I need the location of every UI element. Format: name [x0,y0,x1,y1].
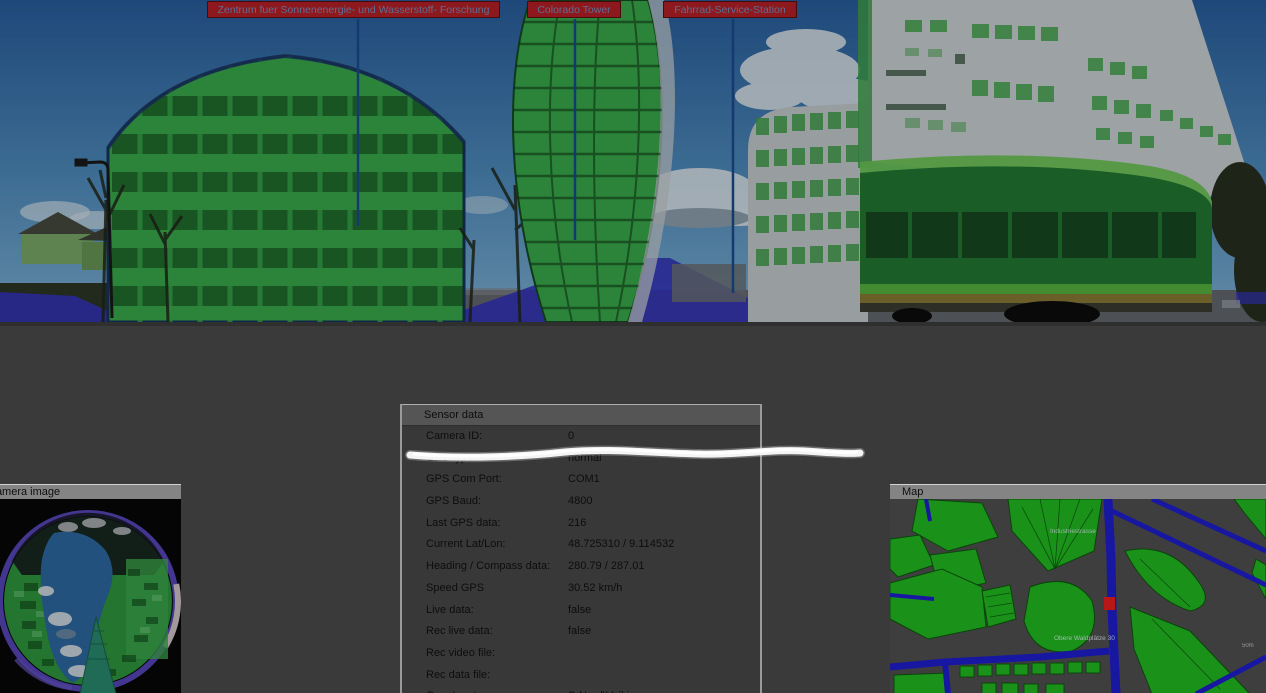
map-view[interactable]: IndustriestrasseObere Waldplätze 3050m [890,499,1266,693]
sensor-row: Rec video file: [402,643,760,665]
sensor-row-label: Rec video file: [426,643,495,665]
sensor-row-label: Current Lat/Lon: [426,534,506,556]
sensor-row-value: 4800 [568,491,592,513]
sensor-row: Heading / Compass data: 280.79 / 287.01 [402,556,760,578]
poi-label: Fahrrad-Service-Station [663,1,797,18]
building-mid-white [748,103,868,322]
camera-image-view [0,499,181,693]
sensor-row-label: GPS Com Port: [426,469,502,491]
camera-image-panel: Camera image [0,484,181,693]
panorama-bottom-edge [0,322,1266,326]
sensor-row: Rec live data: false [402,621,760,643]
sensor-row-label: Heading / Compass data: [426,556,550,578]
bus [860,155,1212,322]
sensor-row-value: false [568,600,591,622]
fisheye-camera-image [0,499,181,693]
sensor-row: GPS Baud: 4800 [402,491,760,513]
sensor-row-value: 216 [568,513,586,535]
sensor-row: GPS Com Port: COM1 [402,469,760,491]
sensor-row: Last GPS data: 216 [402,513,760,535]
sensor-row-value: normal [568,448,602,470]
sensor-row: Camera ID: 0 [402,426,760,448]
sensor-row-label: Live data: [426,600,474,622]
map-panel-header[interactable]: Map [890,484,1266,499]
sensor-data-panel: Sensor data Camera ID: 0 GPS type: norma… [400,404,762,693]
poi-label: Zentrum fuer Sonnenenergie- und Wasserst… [207,1,500,18]
sensor-row: Osm Input: S-Nord\Vaihingen.osm [402,686,760,693]
sensor-row-value: 280.79 / 287.01 [568,556,644,578]
sensor-row-value: false [568,621,591,643]
ar-panorama-view: Zentrum fuer Sonnenenergie- und Wasserst… [0,0,1266,322]
sensor-row-label: Last GPS data: [426,513,501,535]
sensor-row-label: Speed GPS [426,578,484,600]
sensor-row-value: 30.52 km/h [568,578,622,600]
map-panel: Map [890,484,1266,693]
camera-panel-header[interactable]: Camera image [0,484,181,499]
sensor-row-label: Rec data file: [426,665,490,687]
sensor-row-label: Rec live data: [426,621,493,643]
sensor-row-value: S-Nord\Vaihingen.osm [568,686,678,693]
sensor-row: Speed GPS 30.52 km/h [402,578,760,600]
sensor-panel-header[interactable]: Sensor data [402,404,760,426]
map-canvas[interactable]: IndustriestrasseObere Waldplätze 3050m [890,499,1266,693]
sensor-row: Rec data file: [402,665,760,687]
panorama-scene [0,0,1266,322]
sensor-row-label: GPS type: [426,448,476,470]
sensor-row-value: 0 [568,426,574,448]
sensor-row-label: GPS Baud: [426,491,481,513]
sensor-row: Live data: false [402,600,760,622]
ar-tourguide-app-window: { "panorama": { "labels": [ { "text": "Z… [0,0,1266,693]
sensor-row-label: Camera ID: [426,426,482,448]
sensor-row-label: Osm Input: [426,686,480,693]
sensor-row: GPS type: normal [402,448,760,470]
poi-label: Colorado Tower [527,1,621,18]
sensor-row: Current Lat/Lon: 48.725310 / 9.114532 [402,534,760,556]
sensor-row-value: COM1 [568,469,600,491]
sensor-row-value: 48.725310 / 9.114532 [568,534,674,556]
sensor-rows: Camera ID: 0 GPS type: normal GPS Com Po… [402,426,760,693]
